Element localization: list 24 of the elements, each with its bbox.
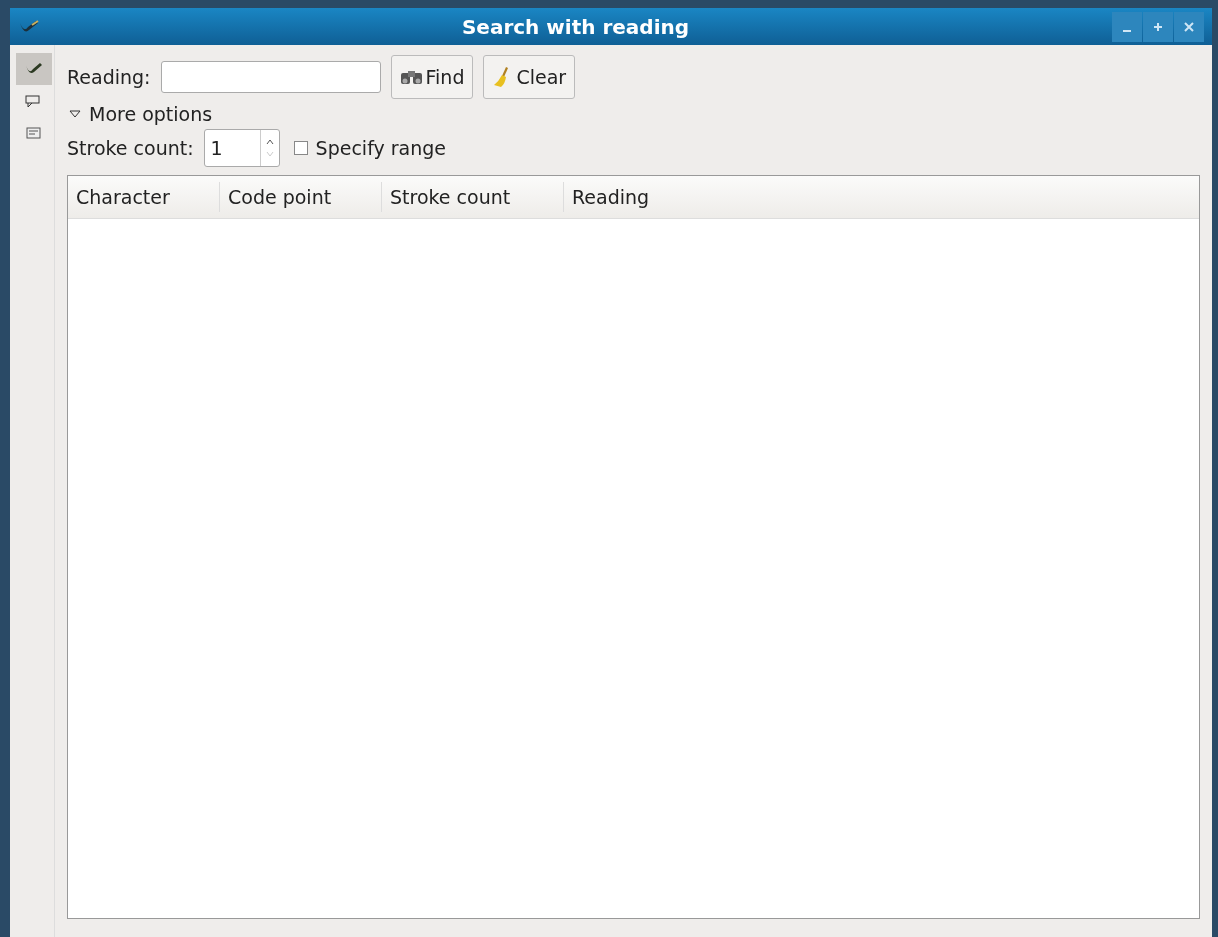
stroke-count-label: Stroke count:	[67, 137, 194, 159]
clear-button[interactable]: Clear	[483, 55, 576, 99]
more-options-expander[interactable]: More options	[67, 103, 1200, 125]
window-title: Search with reading	[460, 14, 691, 39]
binoculars-icon	[399, 68, 424, 86]
column-header[interactable]: Reading	[564, 182, 658, 212]
reading-label: Reading:	[67, 66, 151, 88]
plus-icon	[1153, 21, 1163, 32]
side-tab[interactable]	[16, 53, 52, 85]
triangle-icon	[69, 109, 81, 119]
minimize-icon	[1123, 29, 1131, 32]
column-header[interactable]: Character	[68, 182, 220, 212]
find-button[interactable]: Find	[390, 55, 474, 99]
column-header[interactable]: Stroke count	[382, 182, 564, 212]
column-header[interactable]: Code point	[220, 182, 382, 212]
stroke-count-spinner[interactable]: 1	[203, 129, 280, 167]
reading-field[interactable]	[160, 61, 381, 93]
brush-icon	[25, 62, 43, 76]
speech-bubble-icon	[25, 94, 43, 108]
close-icon	[1184, 21, 1194, 32]
document-icon	[25, 126, 43, 140]
specify-range-checkbox[interactable]: Specify range	[293, 137, 446, 159]
maximize-button[interactable]	[1143, 11, 1173, 42]
close-button[interactable]	[1174, 11, 1204, 42]
